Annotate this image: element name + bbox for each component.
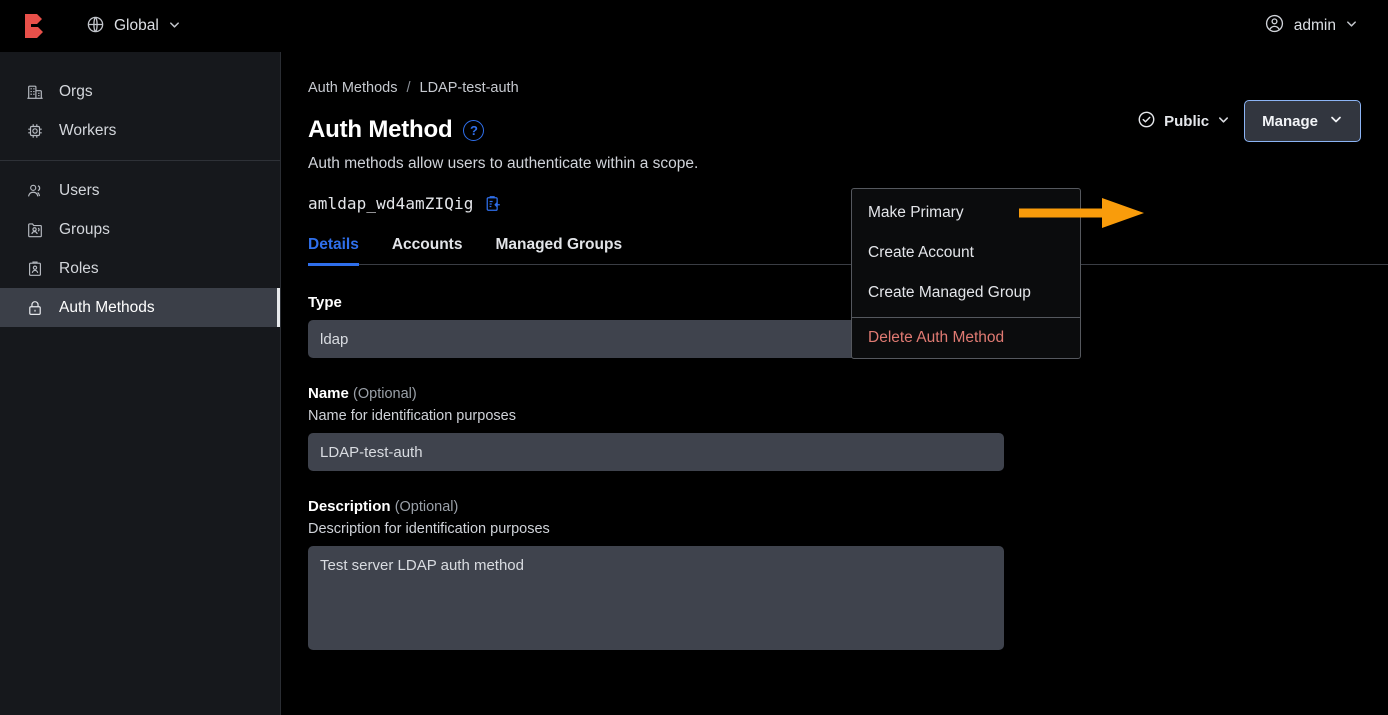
field-type: Type ldap (308, 294, 1388, 358)
user-group-folder-icon (25, 220, 45, 240)
resource-id-row: amldap_wd4amZIQig (281, 173, 1388, 213)
manage-dropdown-menu: Make Primary Create Account Create Manag… (851, 188, 1081, 359)
visibility-toggle[interactable]: Public (1133, 104, 1234, 139)
description-textarea[interactable] (308, 546, 1004, 650)
sidebar-item-label: Workers (59, 121, 117, 139)
top-bar: Global admin (0, 0, 1388, 52)
type-label: Type (308, 294, 342, 311)
auth-method-form: Type ldap Name (Optional) Name for ident… (281, 265, 1388, 650)
breadcrumb-separator: / (406, 80, 411, 96)
sidebar-item-label: Roles (59, 259, 99, 277)
name-input[interactable]: LDAP-test-auth (308, 433, 1004, 471)
sidebar-item-groups[interactable]: Groups (0, 210, 280, 249)
main-content: Auth Methods / LDAP-test-auth Auth Metho… (281, 52, 1388, 715)
name-optional-tag: (Optional) (353, 386, 417, 402)
user-label: admin (1293, 17, 1336, 34)
name-help-text: Name for identification purposes (308, 408, 516, 424)
chevron-down-icon (1217, 113, 1230, 130)
tab-details[interactable]: Details (308, 236, 359, 266)
lock-icon (25, 298, 45, 318)
check-circle-icon (1137, 110, 1156, 133)
visibility-label: Public (1164, 112, 1210, 130)
description-label: Description (Optional) (308, 498, 1388, 515)
page-title: Auth Method (308, 116, 453, 143)
sidebar-item-users[interactable]: Users (0, 171, 280, 210)
sidebar-item-auth-methods[interactable]: Auth Methods (0, 288, 280, 327)
breadcrumb-parent[interactable]: Auth Methods (308, 80, 397, 96)
name-label: Name (Optional) (308, 385, 1388, 402)
chevron-down-icon (168, 18, 181, 35)
tab-accounts[interactable]: Accounts (392, 236, 463, 265)
sidebar-item-label: Groups (59, 220, 110, 238)
building-icon (25, 82, 45, 102)
sidebar-item-label: Orgs (59, 82, 93, 100)
menu-item-create-managed-group[interactable]: Create Managed Group (852, 273, 1080, 313)
description-optional-tag: (Optional) (394, 499, 459, 515)
tab-bar: Details Accounts Managed Groups (308, 235, 1388, 266)
cpu-icon (25, 121, 45, 141)
sidebar-item-label: Users (59, 181, 100, 199)
sidebar-item-orgs[interactable]: Orgs (0, 72, 280, 111)
id-badge-icon (25, 259, 45, 279)
field-name: Name (Optional) Name for identification … (308, 385, 1388, 471)
users-icon (25, 181, 45, 201)
menu-item-delete-auth-method[interactable]: Delete Auth Method (852, 318, 1080, 358)
menu-item-create-account[interactable]: Create Account (852, 233, 1080, 273)
breadcrumb-current: LDAP-test-auth (419, 80, 519, 96)
sidebar-group-iam: Users Groups Roles Auth Methods (0, 160, 280, 337)
user-menu[interactable]: admin (1264, 13, 1358, 39)
menu-item-make-primary[interactable]: Make Primary (852, 193, 1080, 233)
breadcrumb: Auth Methods / LDAP-test-auth (281, 52, 1388, 96)
chevron-down-icon (1345, 17, 1358, 35)
boundary-logo[interactable] (8, 11, 60, 41)
sidebar: Orgs Workers Users Groups Roles Auth Met… (0, 52, 281, 715)
sidebar-item-roles[interactable]: Roles (0, 249, 280, 288)
page-actions: Public Manage (1133, 100, 1361, 142)
manage-label: Manage (1262, 112, 1318, 130)
copy-clipboard-icon[interactable] (484, 195, 502, 213)
description-help-text: Description for identification purposes (308, 521, 550, 537)
scope-picker[interactable]: Global (86, 15, 181, 38)
resource-id: amldap_wd4amZIQig (308, 194, 474, 213)
chevron-down-icon (1329, 112, 1343, 130)
sidebar-item-label: Auth Methods (59, 298, 155, 316)
field-description: Description (Optional) Description for i… (308, 498, 1388, 650)
tab-managed-groups[interactable]: Managed Groups (495, 236, 622, 265)
question-mark-icon[interactable]: ? (463, 119, 485, 141)
sidebar-item-workers[interactable]: Workers (0, 111, 280, 150)
description-label-text: Description (308, 498, 391, 515)
sidebar-group-global: Orgs Workers (0, 62, 280, 160)
manage-button[interactable]: Manage (1244, 100, 1361, 142)
globe-icon (86, 15, 105, 38)
scope-label: Global (114, 17, 159, 34)
name-label-text: Name (308, 385, 349, 402)
page-description: Auth methods allow users to authenticate… (308, 155, 699, 172)
user-circle-icon (1264, 13, 1285, 39)
